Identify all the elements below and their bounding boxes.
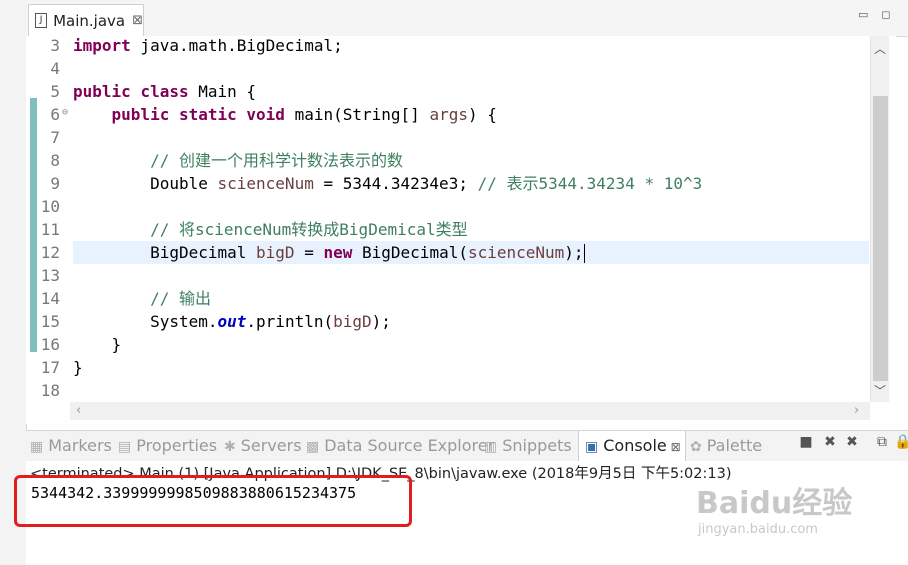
code-line: 16 }: [26, 333, 874, 356]
palette-icon: ✿: [690, 439, 702, 455]
line-number: 10: [40, 197, 60, 216]
line-number: 11: [40, 220, 60, 239]
console-icon: ▣: [585, 439, 599, 455]
tab-label: Console: [603, 436, 667, 455]
code-text: }: [73, 335, 122, 354]
scroll-up-icon[interactable]: ︿: [871, 40, 889, 57]
code-text: // 输出: [150, 289, 211, 308]
code-line: 4: [26, 57, 874, 80]
tab-label: Servers: [240, 436, 302, 455]
code-text: public class Main {: [73, 82, 257, 101]
tab-markers[interactable]: ▦ Markers: [30, 431, 114, 461]
output-annotation-box: [14, 475, 412, 527]
stop-icon[interactable]: ■: [798, 434, 814, 450]
fold-toggle-icon[interactable]: ⊖: [62, 103, 68, 123]
line-number: 4: [50, 59, 60, 78]
code-line: 18: [26, 379, 874, 402]
properties-icon: ▤: [118, 439, 132, 455]
line-number: 9: [50, 174, 60, 193]
text-caret: [583, 244, 585, 263]
code-line: 15 System.out.println(bigD);: [26, 310, 874, 333]
code-line: 17}: [26, 356, 874, 379]
scroll-thumb[interactable]: [873, 96, 888, 381]
line-number: 6: [50, 105, 60, 124]
code-line: 11 // 将scienceNum转换成BigDemical类型: [26, 218, 874, 241]
remove-launch-icon[interactable]: ✖: [822, 434, 838, 450]
tab-label: Markers: [48, 436, 112, 455]
code-text: // 创建一个用科学计数法表示的数: [150, 151, 403, 170]
tab-snippets[interactable]: ▥ Snippets: [484, 431, 572, 461]
editor-vertical-scrollbar[interactable]: ︿ ﹀: [870, 36, 889, 402]
code-line: 13: [26, 264, 874, 287]
remove-all-icon[interactable]: ✖: [844, 434, 860, 450]
tab-properties[interactable]: ▤ Properties: [118, 431, 218, 461]
tab-palette[interactable]: ✿ Palette: [690, 431, 770, 461]
code-text: Double scienceNum = 5344.34234e3; // 表示5…: [73, 174, 703, 193]
line-number: 7: [50, 128, 60, 147]
code-line: 3 import java.math.BigDecimal;: [26, 34, 874, 57]
java-file-icon: J: [35, 13, 48, 28]
line-number: 12: [40, 243, 60, 262]
markers-icon: ▦: [30, 439, 44, 455]
view-tab-bar: ▦ Markers ▤ Properties ✱ Servers ▩ Data Source …: [26, 430, 908, 462]
tab-console[interactable]: ▣ Console ⊠: [578, 431, 686, 462]
code-text: // 将scienceNum转换成BigDemical类型: [150, 220, 468, 239]
line-number: 13: [40, 266, 60, 285]
code-text: BigDecimal bigD = new BigDecimal(science…: [73, 243, 585, 263]
code-line: 6 ⊖ public static void main(String[] args…: [26, 103, 874, 126]
line-number: 8: [50, 151, 60, 170]
line-number: 16: [40, 335, 60, 354]
code-line: 5 public class Main {: [26, 80, 874, 103]
data-source-icon: ▩: [306, 439, 320, 455]
code-text: import java.math.BigDecimal;: [73, 36, 343, 55]
line-number: 15: [40, 312, 60, 331]
baidu-watermark: Baidu经验 jingyan.baidu.com: [696, 468, 866, 548]
line-number: 14: [40, 289, 60, 308]
tab-label: Snippets: [502, 436, 572, 455]
tab-label: Palette: [706, 436, 763, 455]
code-line: 7: [26, 126, 874, 149]
tab-label: Properties: [136, 436, 218, 455]
tab-data-source-explorer[interactable]: ▩ Data Source Explorer: [306, 431, 494, 461]
line-number: 3: [50, 36, 60, 55]
tab-servers[interactable]: ✱ Servers: [224, 431, 302, 461]
minimize-icon[interactable]: ▭: [858, 9, 868, 20]
watermark-brand: Baidu经验: [696, 486, 853, 521]
editor-horizontal-scrollbar[interactable]: ‹ ›: [70, 402, 870, 420]
code-text: public static void main(String[] args) {: [111, 105, 497, 124]
code-editor[interactable]: 3 import java.math.BigDecimal; 4 5 public cl…: [26, 36, 896, 424]
code-line: 8 // 创建一个用科学计数法表示的数: [26, 149, 874, 172]
snippets-icon: ▥: [484, 439, 498, 455]
tab-title: Main.java: [53, 11, 126, 30]
line-number: 5: [50, 82, 60, 101]
editor-tab-bar: J Main.java ⊠ ▭ ◻: [26, 0, 908, 37]
scroll-right-icon[interactable]: ›: [854, 402, 859, 420]
tab-main-java[interactable]: J Main.java ⊠: [28, 4, 144, 36]
tab-label: Data Source Explorer: [324, 436, 495, 455]
code-line: 12 BigDecimal bigD = new BigDecimal(scie…: [41, 241, 869, 264]
code-text: }: [73, 358, 83, 377]
close-icon[interactable]: ⊠: [667, 440, 681, 454]
scroll-down-icon[interactable]: ﹀: [871, 382, 889, 399]
maximize-icon[interactable]: ◻: [881, 9, 891, 20]
line-number: 18: [40, 381, 60, 400]
line-number: 17: [40, 358, 60, 377]
close-icon[interactable]: ⊠: [132, 13, 143, 28]
scroll-lock-icon[interactable]: ⧉: [874, 434, 890, 450]
pin-icon[interactable]: 🔒: [894, 434, 908, 450]
code-line: 10: [26, 195, 874, 218]
code-text: System.out.println(bigD);: [73, 312, 391, 331]
code-line: 14 // 输出: [26, 287, 874, 310]
watermark-url: jingyan.baidu.com: [698, 522, 818, 537]
servers-icon: ✱: [224, 439, 236, 455]
code-line: 9 Double scienceNum = 5344.34234e3; // 表…: [26, 172, 874, 195]
scroll-left-icon[interactable]: ‹: [76, 402, 81, 420]
